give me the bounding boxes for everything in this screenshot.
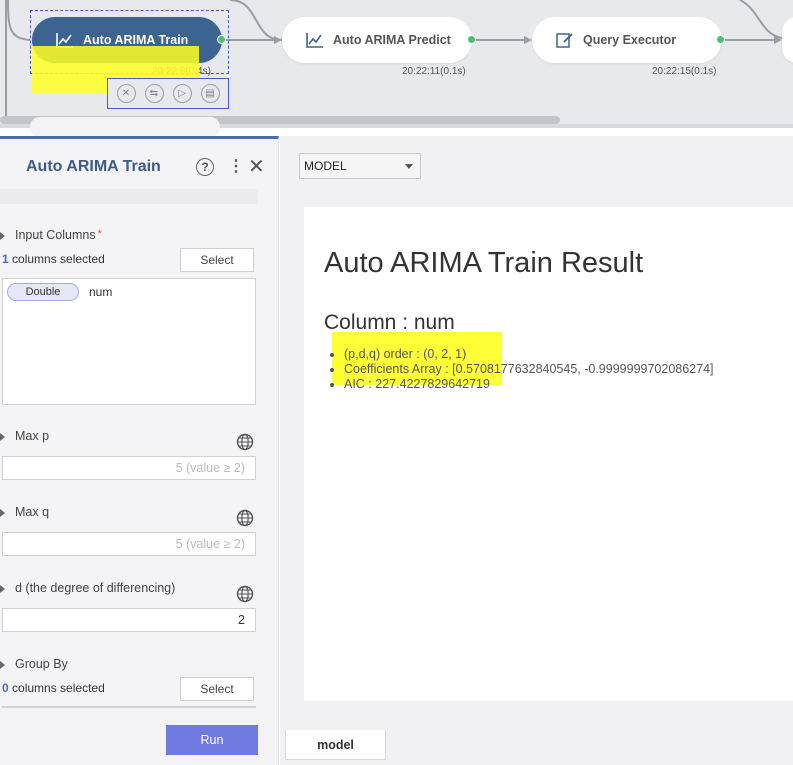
play-icon[interactable]: ▷ <box>172 84 192 103</box>
close-icon[interactable]: ✕ <box>248 154 265 179</box>
workflow-canvas[interactable]: Auto ARIMA Train 20:22:8(0.4s) Auto ARIM… <box>0 0 793 128</box>
run-button[interactable]: Run <box>166 725 258 755</box>
result-card: Auto ARIMA Train Result Column : num (p,… <box>304 207 793 701</box>
node-run-time: 20:22:11(0.1s) <box>402 66 466 77</box>
max-p-label: Max p <box>15 429 50 443</box>
model-metrics-list: (p,d,q) order : (0, 2, 1) Coefficients A… <box>344 347 714 392</box>
workflow-node-auto-arima-predict[interactable]: Auto ARIMA Predict <box>282 17 472 63</box>
collapse-arrow-icon[interactable] <box>0 585 5 593</box>
result-area: MODEL Auto ARIMA Train Result Column : n… <box>280 136 793 765</box>
node-label: Query Executor <box>583 33 677 47</box>
workflow-node-hidden <box>30 117 220 137</box>
result-title: Auto ARIMA Train Result <box>324 247 644 279</box>
cancel-icon[interactable]: ✕ <box>116 84 136 103</box>
workflow-node-next[interactable] <box>782 17 793 63</box>
node-run-time: 20:22:15(0.1s) <box>652 66 717 77</box>
selected-columns-list[interactable]: Double num <box>2 278 256 405</box>
group-by-select-button[interactable]: Select <box>180 677 254 701</box>
clipboard-icon[interactable]: ▤ <box>200 84 220 103</box>
tab-model[interactable]: model <box>285 730 386 760</box>
panel-divider <box>0 189 258 204</box>
line-chart-icon <box>306 33 323 48</box>
result-tab-bar: model <box>280 730 793 765</box>
group-by-list-edge <box>2 706 256 708</box>
dropdown-value: MODEL <box>304 159 347 173</box>
node-label: Auto ARIMA Predict <box>333 33 451 47</box>
link-icon[interactable]: ⇆ <box>144 84 164 103</box>
edit-icon <box>556 33 573 48</box>
max-p-input[interactable]: 5 (value ≥ 2) <box>2 456 256 480</box>
collapse-arrow-icon[interactable] <box>0 232 5 240</box>
metric-aic: AIC : 227.4227829642719 <box>344 377 714 392</box>
max-q-label: Max q <box>15 505 50 519</box>
max-q-input[interactable]: 5 (value ≥ 2) <box>2 532 256 556</box>
metric-coefficients: Coefficients Array : [0.5708177632840545… <box>344 362 714 377</box>
column-name: num <box>89 285 113 299</box>
collapse-arrow-icon[interactable] <box>0 433 5 441</box>
globe-icon[interactable] <box>236 585 254 603</box>
group-by-count: 0 columns selected <box>2 681 105 695</box>
chevron-down-icon <box>405 164 413 169</box>
column-type-badge: Double <box>7 283 79 301</box>
input-columns-select-button[interactable]: Select <box>180 248 254 272</box>
panel-title: Auto ARIMA Train <box>26 158 161 175</box>
node-output-port[interactable] <box>467 35 476 44</box>
node-action-toolbar: ✕ ⇆ ▷ ▤ <box>107 78 229 109</box>
group-by-label: Group By <box>15 657 68 671</box>
metric-order: (p,d,q) order : (0, 2, 1) <box>344 347 714 362</box>
d-label: d (the degree of differencing) <box>15 581 176 595</box>
result-type-dropdown[interactable]: MODEL <box>299 153 421 179</box>
properties-panel: Auto ARIMA Train ? ⋮ ✕ Input Columns * 1 … <box>0 136 279 765</box>
input-columns-label: Input Columns * <box>15 228 102 242</box>
collapse-arrow-icon[interactable] <box>0 661 5 669</box>
collapse-arrow-icon[interactable] <box>0 509 5 517</box>
input-columns-count: 1 columns selected <box>2 252 105 266</box>
globe-icon[interactable] <box>236 433 254 451</box>
workflow-node-query-executor[interactable]: Query Executor <box>532 17 722 63</box>
node-output-port[interactable] <box>716 35 725 44</box>
globe-icon[interactable] <box>236 509 254 527</box>
help-icon[interactable]: ? <box>196 158 214 176</box>
column-heading: Column : num <box>324 311 455 334</box>
more-options-icon[interactable]: ⋮ <box>228 156 244 176</box>
canvas-left-connector <box>5 0 7 128</box>
d-input[interactable]: 2 <box>2 608 256 632</box>
